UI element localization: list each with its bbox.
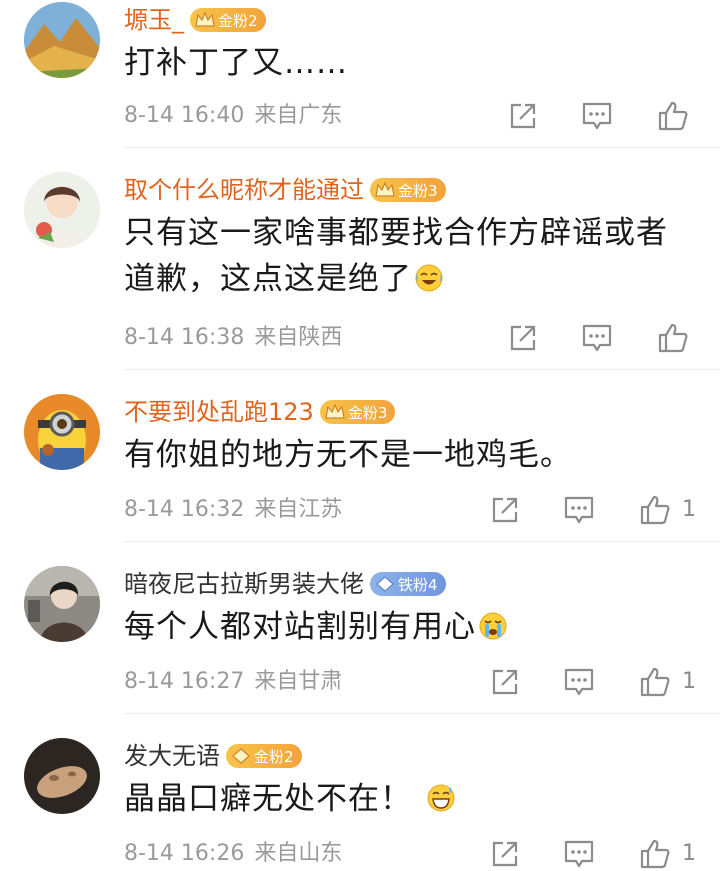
like-count: 1: [682, 841, 696, 866]
avatar[interactable]: [24, 566, 100, 642]
comment-icon: [564, 840, 594, 868]
comment-text: 有你姐的地方无不是一地鸡毛。: [124, 437, 572, 473]
comment-text: 打补丁了又……: [124, 45, 348, 81]
username[interactable]: 取个什么昵称才能通过: [124, 174, 364, 206]
comment-item: 发大无语 金粉2 晶晶口癖无处不在！ 8-14 16:26 来自山东 1: [0, 714, 720, 871]
share-button[interactable]: [488, 837, 522, 871]
comment-icon: [564, 496, 594, 524]
share-button[interactable]: [506, 99, 540, 133]
comment-icon: [582, 324, 612, 352]
thumbs-up-icon: [658, 323, 688, 353]
comment-location: 来自山东: [254, 841, 343, 866]
comment-button[interactable]: [562, 665, 596, 699]
fan-badge[interactable]: 金粉2: [190, 8, 266, 32]
username[interactable]: 不要到处乱跑123: [124, 396, 314, 428]
crying-emoji: [479, 612, 507, 640]
comment-button[interactable]: [580, 99, 614, 133]
username[interactable]: 塬玉_: [124, 4, 184, 36]
comment-item: 取个什么昵称才能通过 金粉3 只有这一家啥事都要找合作方辟谣或者道歉，这点这是绝…: [0, 148, 720, 370]
like-button[interactable]: [656, 321, 690, 355]
diamond-icon: [376, 576, 394, 592]
share-button[interactable]: [488, 493, 522, 527]
comment-time: 8-14 16:38: [124, 325, 245, 350]
badge-label: 铁粉4: [398, 575, 438, 594]
like-count: 1: [682, 497, 696, 522]
avatar[interactable]: [24, 394, 100, 470]
grin-sweat-emoji: [427, 784, 455, 812]
badge-label: 金粉2: [218, 11, 258, 30]
comment-item: 暗夜尼古拉斯男装大佬 铁粉4 每个人都对站割别有用心 8-14 16:27 来自甘…: [0, 542, 720, 714]
share-icon: [510, 103, 536, 129]
badge-label: 金粉2: [254, 747, 294, 766]
like-button[interactable]: [638, 493, 672, 527]
badge-label: 金粉3: [398, 181, 438, 200]
like-count: 1: [682, 669, 696, 694]
comment-button[interactable]: [562, 837, 596, 871]
thumbs-up-icon: [640, 667, 670, 697]
like-button[interactable]: [638, 837, 672, 871]
thumbs-up-icon: [658, 101, 688, 131]
comment-time: 8-14 16:26: [124, 841, 245, 866]
comment-button[interactable]: [562, 493, 596, 527]
username[interactable]: 发大无语: [124, 740, 220, 772]
share-icon: [492, 841, 518, 867]
comment-location: 来自广东: [254, 103, 343, 128]
fan-badge[interactable]: 铁粉4: [370, 572, 446, 596]
diamond-icon: [232, 748, 250, 764]
comment-button[interactable]: [580, 321, 614, 355]
comment-time: 8-14 16:40: [124, 103, 245, 128]
comment-text: 只有这一家啥事都要找合作方辟谣或者道歉，这点这是绝了: [124, 215, 668, 297]
fan-badge[interactable]: 金粉3: [319, 400, 396, 424]
share-icon: [492, 669, 518, 695]
thumbs-up-icon: [640, 839, 670, 869]
comment-icon: [582, 102, 612, 130]
share-icon: [492, 497, 518, 523]
comment-time: 8-14 16:32: [124, 497, 245, 522]
avatar[interactable]: [24, 2, 100, 78]
like-button[interactable]: [656, 99, 690, 133]
comment-location: 来自江苏: [254, 497, 343, 522]
avatar[interactable]: [24, 738, 100, 814]
fan-badge[interactable]: 金粉2: [226, 744, 302, 768]
crown-icon: [375, 181, 395, 197]
crown-icon: [195, 11, 215, 27]
fan-badge[interactable]: 金粉3: [370, 178, 446, 202]
comment-item: 塬玉_ 金粉2 打补丁了又…… 8-14 16:40 来自广东: [0, 0, 720, 148]
badge-label: 金粉3: [347, 403, 388, 422]
crown-icon: [325, 403, 345, 419]
comment-location: 来自陕西: [254, 325, 343, 350]
share-button[interactable]: [488, 665, 522, 699]
share-icon: [510, 325, 536, 351]
comment-icon: [564, 668, 594, 696]
share-button[interactable]: [506, 321, 540, 355]
thumbs-up-icon: [640, 495, 670, 525]
username[interactable]: 暗夜尼古拉斯男装大佬: [124, 568, 364, 600]
like-button[interactable]: [638, 665, 672, 699]
comment-text: 每个人都对站割别有用心: [124, 604, 694, 650]
laugh-cry-emoji: [415, 264, 443, 292]
comment-time: 8-14 16:27: [124, 669, 245, 694]
comment-text: 晶晶口癖无处不在！: [124, 776, 694, 822]
comment-item: 不要到处乱跑123 金粉3 有你姐的地方无不是一地鸡毛。 8-14 16:32 来…: [0, 370, 720, 542]
avatar[interactable]: [24, 172, 100, 248]
comment-location: 来自甘肃: [254, 669, 343, 694]
